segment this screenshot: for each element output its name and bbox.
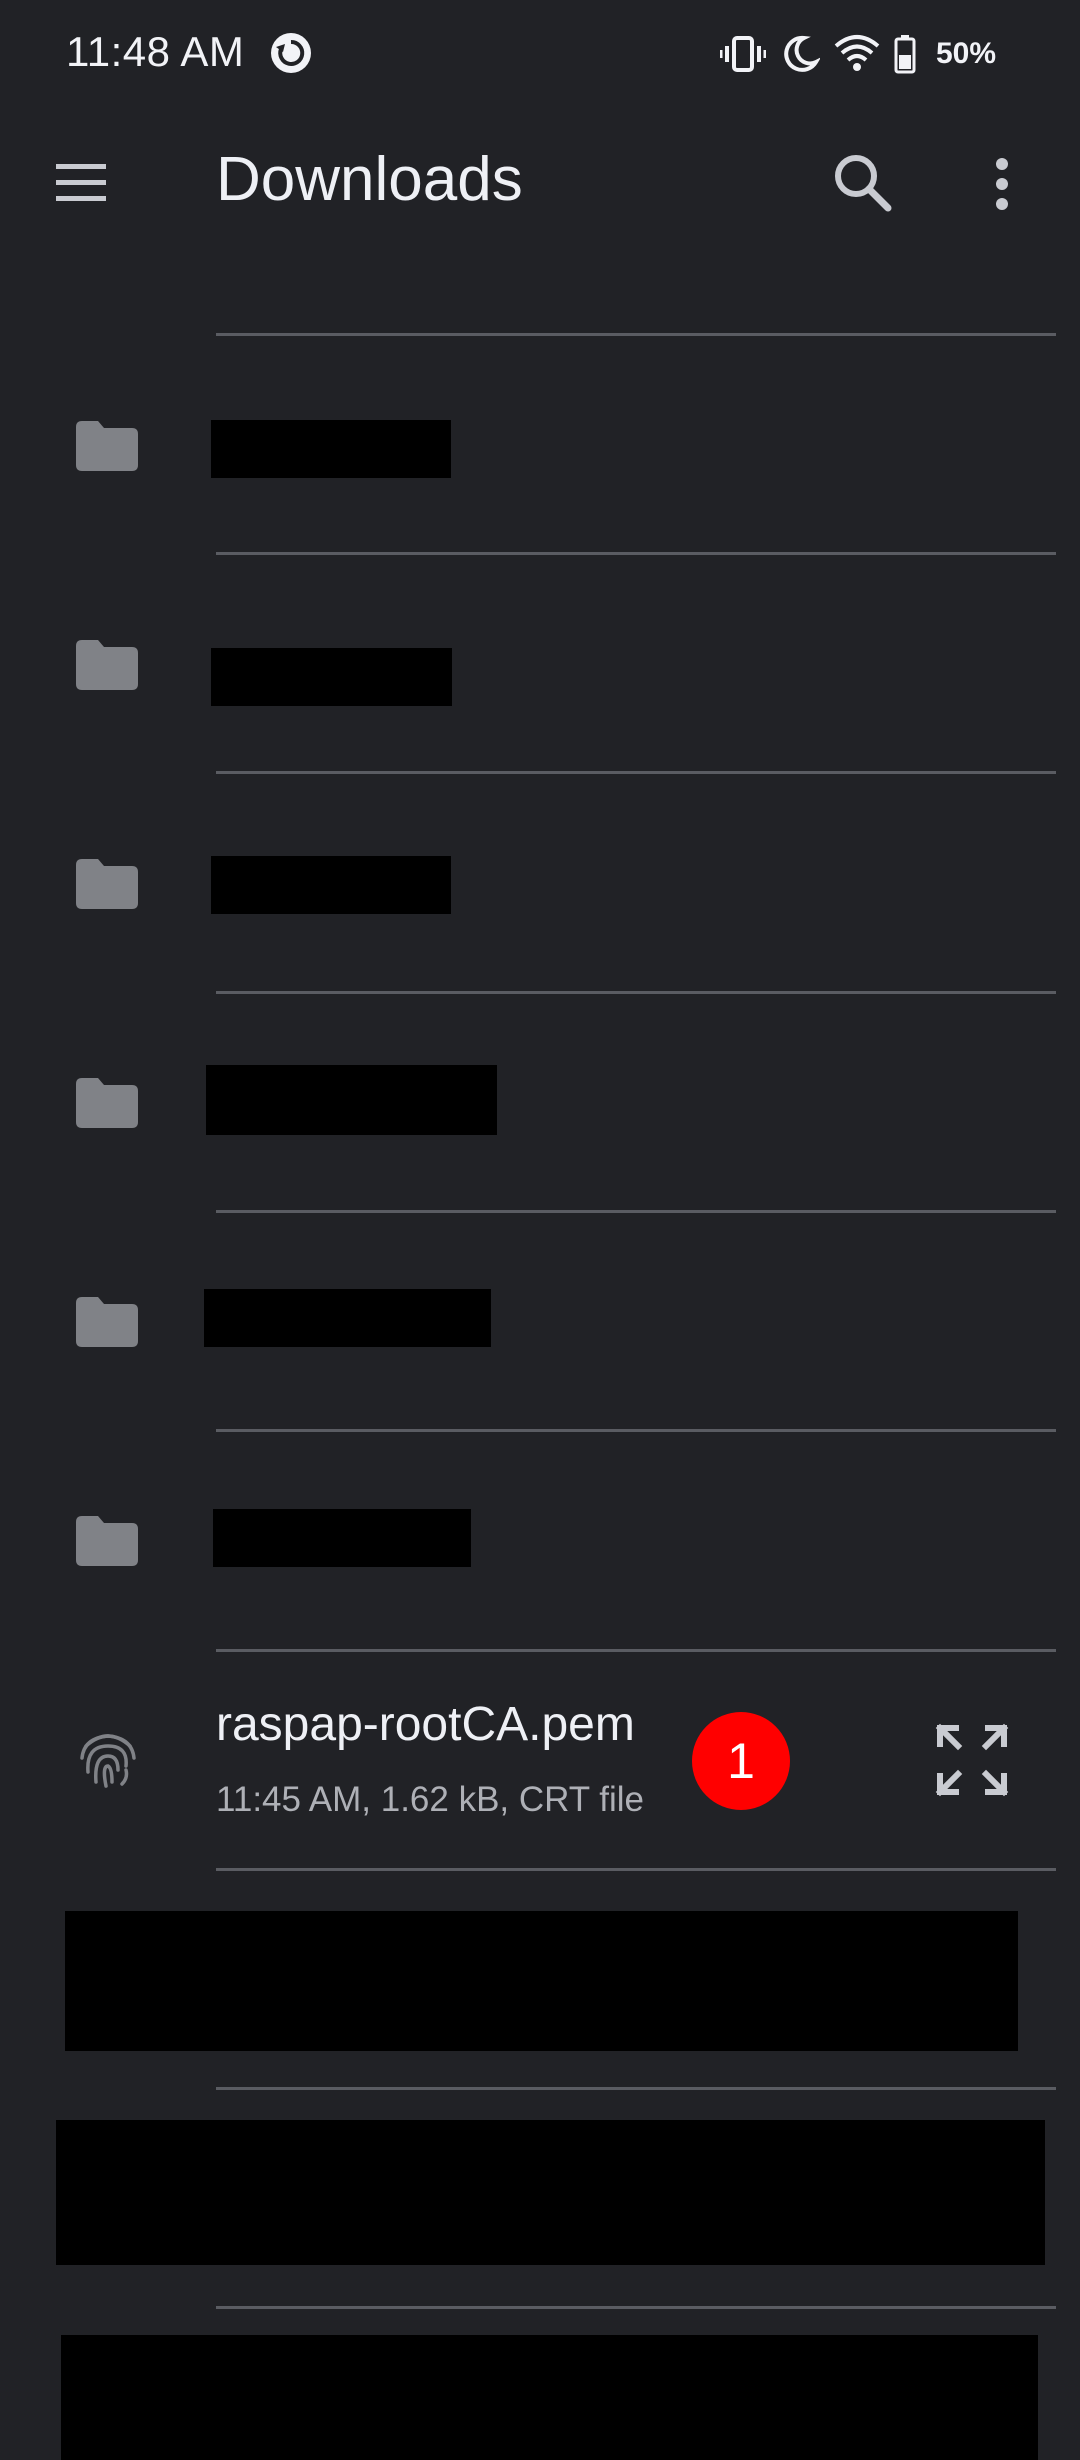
fingerprint-icon: [74, 1724, 142, 1792]
folder-icon: [76, 1516, 138, 1566]
vibrate-icon: [719, 34, 766, 74]
list-divider: [216, 771, 1056, 774]
page-title: Downloads: [216, 145, 523, 214]
redacted-name: [204, 1289, 491, 1347]
redacted-list-item: [61, 2335, 1038, 2460]
file-meta: 11:45 AM, 1.62 kB, CRT file: [216, 1780, 644, 1819]
redacted-name: [206, 1065, 497, 1135]
status-time: 11:48 AM: [66, 28, 245, 75]
app-bar: Downloads: [0, 110, 1080, 250]
battery-icon: [894, 34, 916, 74]
list-divider: [216, 1649, 1056, 1652]
menu-icon: [50, 152, 120, 212]
list-divider: [216, 2306, 1056, 2309]
folder-icon: [76, 1297, 138, 1347]
list-divider: [216, 333, 1056, 336]
wifi-icon: [834, 34, 880, 74]
status-icons: 50%: [719, 30, 996, 78]
redacted-list-item: [65, 1911, 1018, 2051]
list-divider: [216, 1429, 1056, 1432]
list-divider: [216, 1210, 1056, 1213]
redacted-name: [211, 856, 451, 914]
list-divider: [216, 2087, 1056, 2090]
folder-icon: [76, 421, 138, 471]
redacted-list-item: [56, 2120, 1045, 2265]
battery-percent: 50%: [935, 37, 996, 70]
preview-button[interactable]: [934, 1722, 1010, 1798]
list-divider: [216, 1868, 1056, 1871]
redacted-name: [213, 1509, 471, 1567]
annotation-badge: 1: [692, 1712, 790, 1810]
redacted-name: [211, 648, 452, 706]
status-bar: 11:48 AM 50%: [0, 0, 1080, 110]
redacted-name: [211, 420, 451, 478]
list-divider: [216, 552, 1056, 555]
expand-icon: [934, 1722, 1010, 1798]
menu-button[interactable]: [50, 152, 120, 212]
more-options-button[interactable]: [966, 146, 1036, 222]
dnd-moon-icon: [780, 34, 820, 74]
file-name: raspap-rootCA.pem: [216, 1698, 635, 1751]
folder-icon: [76, 859, 138, 909]
list-divider: [216, 991, 1056, 994]
sync-icon: [270, 32, 312, 74]
search-button[interactable]: [826, 146, 902, 222]
more-vert-icon: [966, 146, 1036, 222]
search-icon: [826, 146, 902, 222]
folder-icon: [76, 640, 138, 690]
folder-icon: [76, 1078, 138, 1128]
